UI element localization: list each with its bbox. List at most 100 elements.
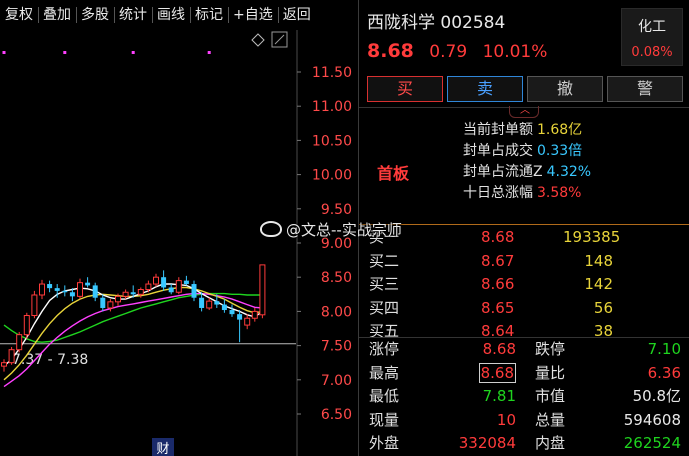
seal-value: 4.32% [546,164,592,180]
price-axis-label: 7.50 [321,339,352,355]
candle-body [251,310,258,319]
candle-body [62,290,68,293]
last-price: 8.68 [367,40,414,62]
candle-body [137,289,144,295]
toolbar-draw-line-button[interactable]: 画线 [152,0,190,30]
seal-row: 十日总涨幅 3.58% [463,183,591,204]
seal-label: 封单占成交 [463,143,533,159]
sector-change: 0.08% [631,45,673,60]
order-book-row[interactable]: 买一 8.68 193385 [369,226,679,250]
stat-label: 市值 [535,387,566,406]
stock-name: 西陇科学 [367,13,435,33]
order-book-row[interactable]: 买二 8.67 148 [369,250,679,274]
event-marker [131,51,135,54]
candle-body [54,288,60,291]
candle-body [115,295,121,303]
bid-level: 买四 [369,298,400,317]
stat-label: 外盘 [369,434,400,453]
stat-label: 涨停 [369,340,400,358]
watermark-text: @文总--实战宗师 [286,221,402,239]
candle-body [122,291,129,297]
collapse-toggle[interactable]: ︿ [509,105,539,118]
price-axis-label: 8.00 [321,304,352,320]
bid-volume: 148 [584,251,613,270]
bid-volume: 56 [593,298,613,317]
order-book-row[interactable]: 买三 8.66 142 [369,273,679,297]
chevron-up-icon: ︿ [520,105,530,116]
candle-body [229,310,235,315]
stat-value: 332084 [458,434,516,453]
price-axis-label: 11.00 [312,99,352,115]
fullscreen-icon-slash [274,34,285,45]
price-change: 0.79 [429,42,468,62]
candle-body [1,362,7,367]
stat-label: 量比 [535,363,566,382]
stat-label: 最低 [369,387,400,406]
toolbar-overlay-button[interactable]: 叠加 [38,0,76,30]
seal-row: 封单占成交 0.33倍 [463,141,591,162]
order-book-row[interactable]: 买四 8.65 56 [369,297,679,321]
toolbar-restore-rights-button[interactable]: 复权 [0,0,38,30]
stat-value: 10 [496,410,516,429]
seal-label: 封单占流通Z [463,164,543,180]
stats-row: 外盘 332084 内盘 262524 [369,432,684,456]
chart-toolbar: 复权 叠加 多股 统计 画线 标记 +自选 返回 [0,0,358,30]
toolbar-statistics-button[interactable]: 统计 [114,0,152,30]
finance-event-label: 财 [156,442,169,456]
price-axis-label: 10.00 [312,168,352,184]
quote-stats: 涨停 8.68 跌停 7.10 最高 8.68 量比 6.36 最低 7.81 … [369,338,684,456]
trade-button-row: 买 卖 撤 警 [367,76,683,102]
order-book: 买一 8.68 193385 买二 8.67 148 买三 8.66 142 买四 8.65 5… [369,226,679,344]
seal-value: 3.58% [537,185,582,201]
ma60-line [3,292,263,343]
seal-label: 十日总涨幅 [463,185,533,201]
bid-price: 8.67 [481,251,515,270]
candle-body [8,349,15,364]
sector-box[interactable]: 化工 0.08% [621,8,683,66]
bid-volume: 193385 [563,228,621,246]
stat-label: 最高 [369,363,400,382]
candle-body [153,276,159,285]
candle-body [39,283,45,296]
watermark: @文总--实战宗师 [260,219,402,240]
toolbar-mark-button[interactable]: 标记 [190,0,228,30]
price-change-percent: 10.01% [482,42,548,62]
buy-button[interactable]: 买 [367,76,443,102]
orderbook-divider [359,224,689,225]
bid-price: 8.68 [481,228,515,246]
price-axis-label: 8.50 [321,270,352,286]
stat-value: 594608 [623,410,681,429]
candle-body [214,301,220,305]
bid-price: 8.66 [481,275,515,294]
seal-order-info: 当前封单额 1.68亿 封单占成交 0.33倍 封单占流通Z 4.32% 十日总涨幅 3… [463,120,591,204]
price-alert-button[interactable]: 警 [607,76,683,102]
sector-name: 化工 [638,19,666,35]
toolbar-add-watchlist-button[interactable]: +自选 [228,0,278,30]
toolbar-back-button[interactable]: 返回 [277,0,316,30]
seal-value: 1.68亿 [537,122,583,138]
candle-body [183,280,189,285]
candle-body [130,292,136,295]
toolbar-multi-stock-button[interactable]: 多股 [76,0,114,30]
candle-body [206,300,213,309]
price-axis-label: 6.50 [321,407,352,423]
candle-body [168,287,174,293]
candle-body [100,297,106,308]
cancel-order-button[interactable]: 撤 [527,76,603,102]
quote-panel: 西陇科学 002584 8.68 0.79 10.01% 化工 0.08% 买 … [359,0,689,456]
stat-value: 8.68 [482,340,516,358]
stock-title: 西陇科学 002584 [367,8,505,33]
candle-body [175,280,182,293]
high-price-highlight: 8.68 [478,362,516,383]
stat-value: 262524 [623,434,681,453]
candle-body [191,284,197,298]
bid-volume: 142 [584,275,613,294]
sell-button[interactable]: 卖 [447,76,523,102]
price-axis-label: 11.50 [312,65,352,81]
bid-level: 买三 [369,275,400,294]
candle-body [92,285,98,298]
candle-body [16,334,23,351]
candle-body [85,282,91,286]
seal-row: 封单占流通Z 4.32% [463,162,591,183]
stats-row: 涨停 8.68 跌停 7.10 [369,338,684,362]
